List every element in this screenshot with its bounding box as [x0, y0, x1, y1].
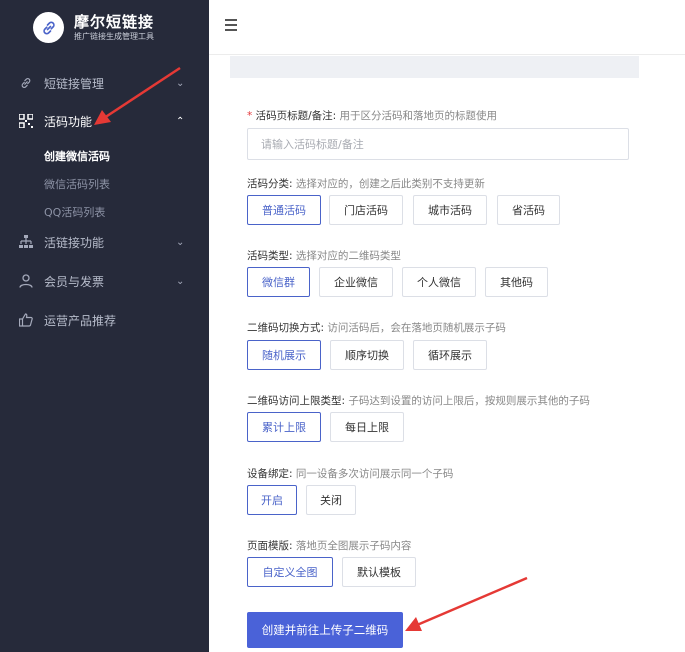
chevron-down-icon: ⌄ — [176, 275, 185, 287]
hint-text: 同一设备多次访问展示同一个子码 — [295, 468, 454, 480]
option-switch-sequential[interactable]: 顺序切换 — [330, 340, 404, 370]
sidebar-item-label: 会员与发票 — [44, 274, 105, 289]
hint-text: 选择对应的，创建之后此类别不支持更新 — [295, 178, 485, 190]
sidebar-item-label: 运营产品推荐 — [44, 313, 117, 328]
chevron-down-icon: ⌄ — [176, 236, 185, 248]
title-input[interactable] — [247, 128, 629, 160]
option-category-province[interactable]: 省活码 — [497, 195, 560, 225]
option-type-work-wechat[interactable]: 企业微信 — [319, 267, 393, 297]
content-gutter-right — [639, 56, 685, 652]
device-bind-label: 设备绑定: 同一设备多次访问展示同一个子码 — [247, 466, 453, 481]
brand-subtitle: 推广链接生成管理工具 — [74, 31, 154, 41]
label-text: 二维码切换方式: — [247, 322, 325, 334]
label-text: 活码分类: — [247, 178, 293, 190]
hint-text: 落地页全图展示子码内容 — [295, 540, 412, 552]
thumbs-up-icon — [18, 312, 34, 328]
sidebar-item-live-links[interactable]: 活链接功能 ⌄ — [0, 232, 209, 252]
sidebar-item-products[interactable]: 运营产品推荐 — [0, 310, 209, 330]
content-gutter — [209, 56, 230, 652]
option-category-city[interactable]: 城市活码 — [413, 195, 487, 225]
hint-text: 选择对应的二维码类型 — [295, 250, 401, 262]
qrcode-icon — [18, 113, 34, 129]
user-icon — [18, 273, 34, 289]
sidebar-subitem-create-wechat-code[interactable]: 创建微信活码 — [44, 148, 110, 164]
top-bar — [209, 0, 685, 55]
option-switch-loop[interactable]: 循环展示 — [413, 340, 487, 370]
category-label: 活码分类: 选择对应的，创建之后此类别不支持更新 — [247, 176, 485, 191]
annotation-arrow-icon — [94, 66, 181, 125]
option-type-personal-wechat[interactable]: 个人微信 — [402, 267, 476, 297]
label-text: 活码页标题/备注: — [255, 110, 337, 122]
link-icon — [18, 75, 34, 91]
brand[interactable]: 摩尔短链接 推广链接生成管理工具 — [0, 0, 209, 55]
hint-text: 子码达到设置的访问上限后，按规则展示其他的子码 — [348, 395, 590, 407]
option-switch-random[interactable]: 随机展示 — [247, 340, 321, 370]
limit-type-label: 二维码访问上限类型: 子码达到设置的访问上限后，按规则展示其他的子码 — [247, 393, 590, 408]
option-type-other[interactable]: 其他码 — [485, 267, 548, 297]
option-category-store[interactable]: 门店活码 — [329, 195, 403, 225]
hint-text: 用于区分活码和落地页的标题使用 — [339, 110, 498, 122]
option-device-on[interactable]: 开启 — [247, 485, 297, 515]
switch-mode-label: 二维码切换方式: 访问活码后，会在落地页随机展示子码 — [247, 320, 506, 335]
template-label: 页面模版: 落地页全图展示子码内容 — [247, 538, 411, 553]
menu-toggle-icon[interactable] — [225, 19, 237, 31]
logo-link-icon — [33, 12, 64, 43]
sidebar-item-label: 活链接功能 — [44, 235, 105, 250]
brand-title: 摩尔短链接 — [74, 12, 155, 31]
option-limit-cumulative[interactable]: 累计上限 — [247, 412, 321, 442]
create-and-upload-button[interactable]: 创建并前往上传子二维码 — [247, 612, 403, 648]
sidebar-subitem-qq-code-list[interactable]: QQ活码列表 — [44, 204, 105, 220]
type-label: 活码类型: 选择对应的二维码类型 — [247, 248, 401, 263]
sitemap-icon — [18, 234, 34, 250]
sidebar-item-membership[interactable]: 会员与发票 ⌄ — [0, 271, 209, 291]
option-device-off[interactable]: 关闭 — [306, 485, 356, 515]
annotation-arrow-icon — [405, 576, 528, 631]
title-field-label: * 活码页标题/备注: 用于区分活码和落地页的标题使用 — [247, 108, 497, 123]
required-mark: * — [247, 110, 253, 122]
label-text: 活码类型: — [247, 250, 293, 262]
option-category-normal[interactable]: 普通活码 — [247, 195, 321, 225]
option-type-wechat-group[interactable]: 微信群 — [247, 267, 310, 297]
hint-text: 访问活码后，会在落地页随机展示子码 — [327, 322, 506, 334]
label-text: 页面模版: — [247, 540, 293, 552]
label-text: 设备绑定: — [247, 468, 293, 480]
option-limit-daily[interactable]: 每日上限 — [330, 412, 404, 442]
sidebar-subitem-wechat-code-list[interactable]: 微信活码列表 — [44, 176, 110, 192]
option-template-custom[interactable]: 自定义全图 — [247, 557, 333, 587]
label-text: 二维码访问上限类型: — [247, 395, 346, 407]
